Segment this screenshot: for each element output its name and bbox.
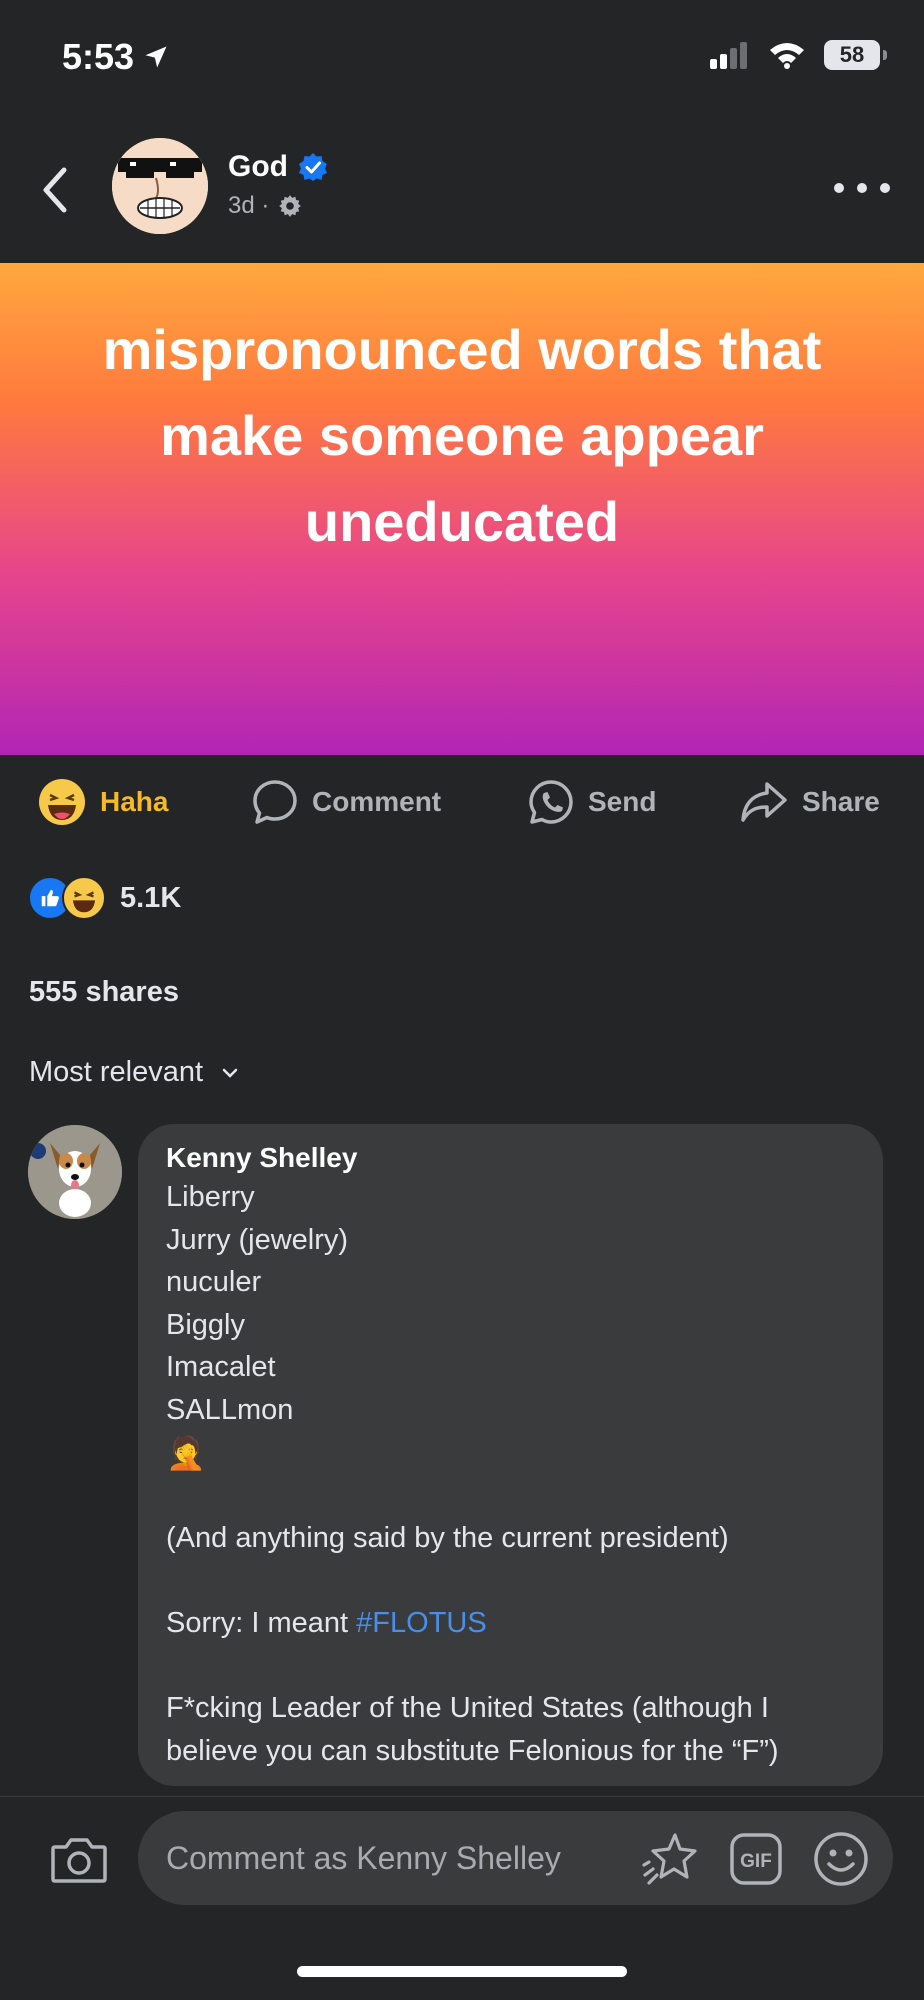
- facepalm-emoji: 🤦: [166, 1434, 206, 1471]
- dot-icon: [834, 183, 844, 193]
- comment-line-blank: [166, 1474, 866, 1517]
- verified-badge-icon: [299, 153, 327, 181]
- comment-body: Liberry Jurry (jewelry) nuculer Biggly I…: [166, 1176, 866, 1772]
- chevron-down-icon: [222, 1068, 238, 1078]
- comment-line: Imacalet: [166, 1351, 276, 1384]
- comment-line: F*cking Leader of the United States (alt…: [166, 1692, 769, 1725]
- home-indicator[interactable]: [297, 1966, 627, 1977]
- post-text-banner: mispronounced words that make someone ap…: [0, 263, 924, 755]
- comment-line: (And anything said by the current presid…: [166, 1521, 729, 1554]
- haha-emoji-icon: [39, 779, 85, 825]
- status-icons: 58: [710, 40, 887, 70]
- whatsapp-icon: [529, 780, 573, 824]
- dog-avatar-icon: [28, 1125, 122, 1219]
- comment-line-blank: [166, 1645, 866, 1688]
- gif-label: GIF: [740, 1851, 772, 1872]
- back-button[interactable]: [36, 162, 76, 218]
- post-meta: 3d ·: [228, 192, 303, 220]
- comment-bubble[interactable]: Kenny Shelley Liberry Jurry (jewelry) nu…: [138, 1124, 883, 1786]
- post-header: God 3d ·: [0, 120, 924, 260]
- share-button[interactable]: Share: [740, 779, 880, 825]
- comment-line: Jurry (jewelry): [166, 1223, 349, 1256]
- dot-icon: [857, 183, 867, 193]
- share-count[interactable]: 555 shares: [29, 976, 179, 1009]
- reaction-summary[interactable]: 5.1K: [28, 876, 181, 920]
- emoji-button[interactable]: [812, 1831, 870, 1887]
- sort-label: Most relevant: [29, 1056, 204, 1088]
- dot-icon: [880, 183, 890, 193]
- comment-label: Comment: [312, 786, 442, 817]
- comment-text: Sorry: I meant: [166, 1606, 357, 1639]
- haha-reaction-icon: [62, 876, 106, 920]
- chevron-left-icon: [43, 167, 67, 213]
- post-text: mispronounced words that make someone ap…: [102, 318, 822, 553]
- sparkle-sticker-icon: [642, 1833, 697, 1885]
- author-avatar[interactable]: [112, 138, 208, 234]
- comment-line: SALLmon: [166, 1393, 294, 1426]
- comment-line: believe you can substitute Felonious for…: [166, 1734, 779, 1767]
- comment-sort-dropdown[interactable]: Most relevant: [29, 1056, 239, 1089]
- haha-label: Haha: [100, 786, 169, 817]
- post-timestamp: 3d ·: [228, 192, 270, 219]
- avatar-sticker-button[interactable]: [640, 1831, 700, 1887]
- send-label: Send: [588, 786, 657, 817]
- comment-line: Biggly: [166, 1308, 245, 1341]
- haha-reaction-button[interactable]: Haha: [38, 778, 168, 826]
- status-time: 5:53: [62, 36, 170, 78]
- comment-composer: GIF: [0, 1796, 924, 1921]
- camera-icon: [51, 1838, 107, 1883]
- thumbs-up-icon: [41, 889, 59, 907]
- laughing-face-icon: [65, 879, 103, 917]
- gear-privacy-icon: [279, 195, 302, 217]
- commenter-avatar[interactable]: [28, 1125, 122, 1219]
- comment-line: Sorry: I meant #FLOTUS: [166, 1602, 866, 1645]
- comment-line: nuculer: [166, 1266, 262, 1299]
- hashtag-link[interactable]: #FLOTUS: [356, 1607, 487, 1639]
- author-name[interactable]: God: [228, 150, 288, 184]
- share-arrow-icon: [741, 782, 787, 822]
- comment-line-blank: [166, 1559, 866, 1602]
- send-button[interactable]: Send: [528, 779, 656, 825]
- gif-icon: GIF: [730, 1833, 782, 1885]
- cellular-signal-icon: [710, 42, 747, 69]
- share-label: Share: [802, 786, 880, 817]
- comment-bubble-icon: [253, 780, 297, 824]
- comment-button[interactable]: Comment: [252, 779, 441, 825]
- smiley-icon: [814, 1832, 868, 1886]
- battery-indicator: 58: [824, 40, 887, 70]
- clock: 5:53: [62, 36, 135, 77]
- gif-button[interactable]: GIF: [728, 1831, 784, 1887]
- location-arrow-icon: [145, 46, 167, 68]
- wifi-icon: [770, 43, 804, 69]
- status-bar: 5:53 58: [0, 0, 924, 110]
- post-action-bar: Haha Comment Send Share: [0, 760, 924, 844]
- more-options-button[interactable]: [834, 170, 890, 206]
- author-name-row: God: [228, 150, 328, 184]
- reaction-count: 5.1K: [120, 881, 182, 914]
- camera-button[interactable]: [50, 1835, 108, 1885]
- comment-line: Liberry: [166, 1181, 255, 1213]
- comment-author[interactable]: Kenny Shelley: [166, 1142, 357, 1174]
- cartoon-face-avatar-icon: [112, 138, 208, 234]
